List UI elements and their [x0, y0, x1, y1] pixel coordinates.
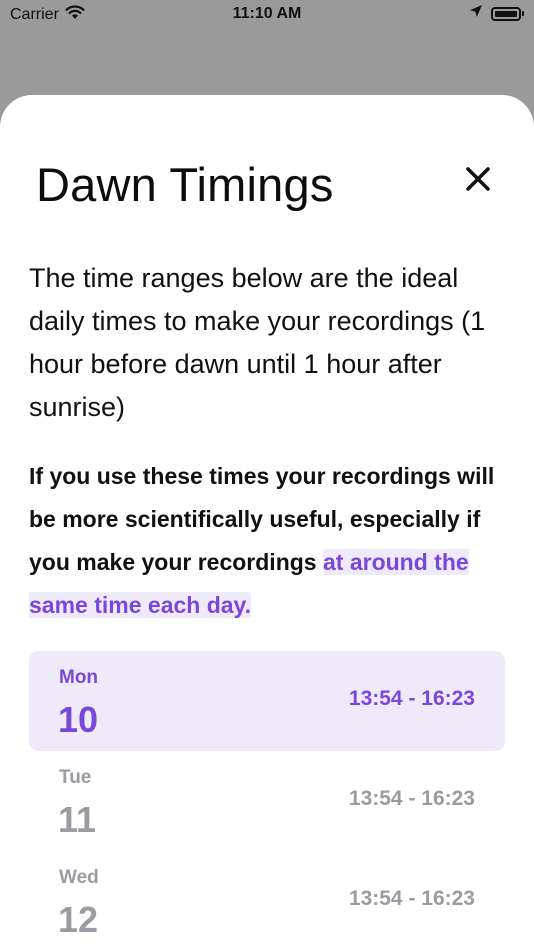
close-button[interactable]	[458, 161, 498, 201]
status-time: 11:10 AM	[232, 5, 302, 22]
day-time-range: 13:54 - 16:23	[348, 887, 475, 910]
day-weekday: Tue	[59, 767, 92, 788]
day-weekday: Wed	[59, 867, 99, 888]
day-time-range: 13:54 - 16:23	[348, 787, 475, 810]
day-date: 12	[58, 899, 99, 940]
day-row-tue[interactable]: Tue 11 13:54 - 16:23	[29, 751, 505, 851]
day-time-range: 13:54 - 16:23	[348, 687, 475, 710]
battery-icon	[491, 6, 524, 21]
status-right-icons	[469, 4, 524, 23]
status-bar: Carrier 11:10 AM	[0, 0, 534, 30]
day-list: Mon 10 13:54 - 16:23 Tue 11 13:54 - 16:2…	[29, 651, 505, 950]
location-arrow-icon	[469, 4, 483, 23]
intro-text: The time ranges below are the ideal dail…	[29, 263, 486, 422]
sheet-title: Dawn Timings	[36, 158, 334, 211]
close-icon	[465, 166, 491, 197]
recording-tip: If you use these times your recordings w…	[29, 455, 509, 627]
day-row-mon[interactable]: Mon 10 13:54 - 16:23	[29, 651, 505, 751]
day-date: 10	[58, 699, 99, 740]
dawn-timings-sheet: Dawn Timings The time ranges below are t…	[0, 95, 534, 950]
day-date: 11	[58, 799, 97, 840]
day-weekday: Mon	[59, 667, 99, 688]
day-row-wed[interactable]: Wed 12 13:54 - 16:23	[29, 851, 505, 950]
